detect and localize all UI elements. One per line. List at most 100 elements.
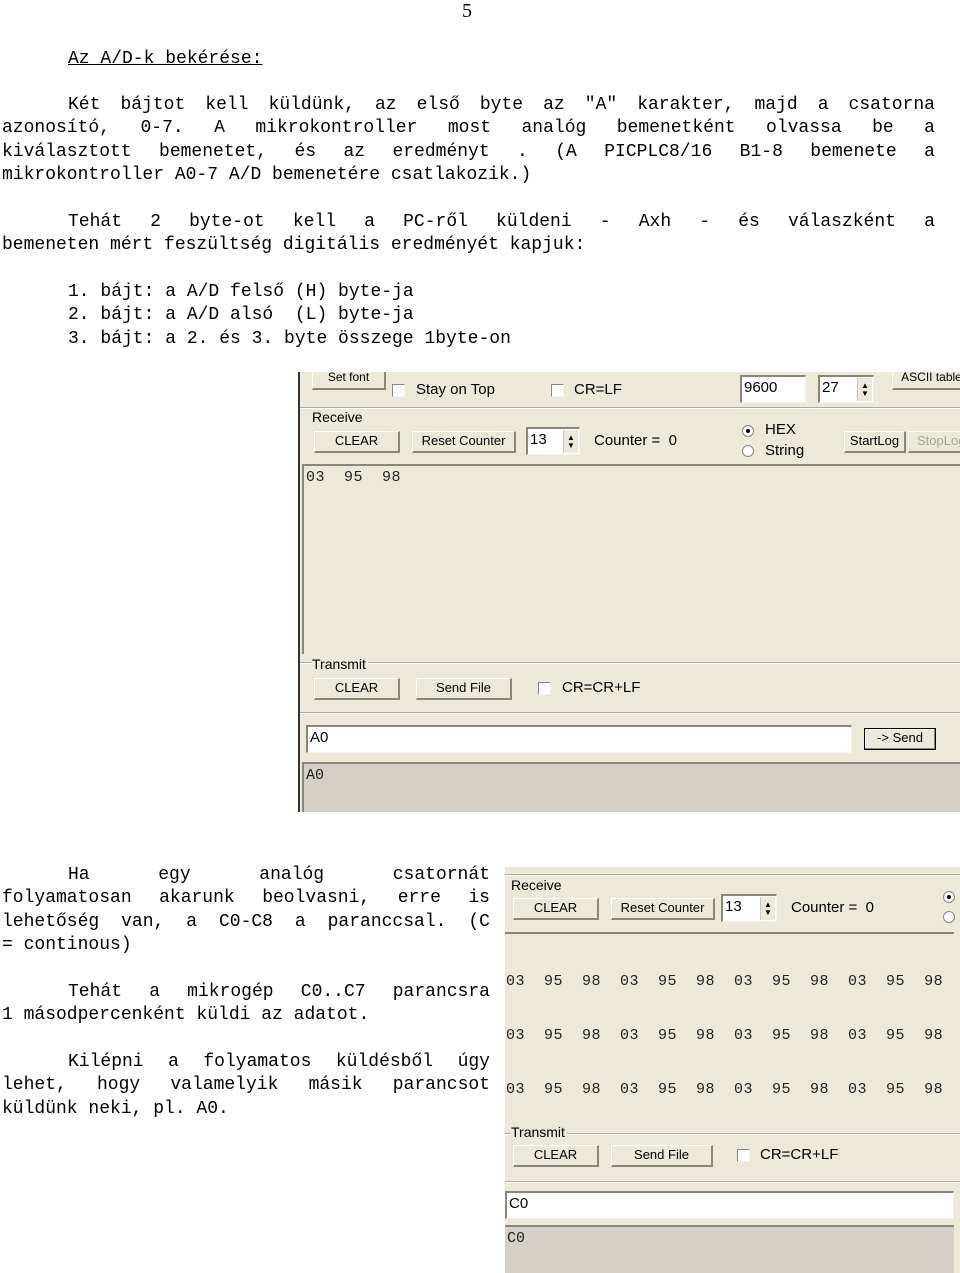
cr-lf-checkbox[interactable] [551,384,564,397]
page-number: 5 [462,0,472,22]
spin-arrows-icon[interactable]: ▲ ▼ [760,897,775,920]
word: egy [158,865,191,885]
list-item: 3. bájt: a 2. és 3. byte összege 1byte-o… [68,328,511,349]
cr-crlf-label: CR=CR+LF [760,1146,839,1163]
hex-radio[interactable] [742,425,754,437]
word: analóg [521,118,587,139]
paragraph-line: Ha egy analóg csatornát [2,864,490,887]
stop-log-button[interactable]: StopLog [908,431,960,453]
counter-spin-field[interactable]: 13 ▲ ▼ [721,894,777,922]
send-button[interactable]: -> Send [864,728,936,750]
paragraph-line: Kilépni a folyamatos küldésből úgy [2,1051,490,1074]
receive-clear-button[interactable]: CLEAR [314,431,400,453]
cr-crlf-checkbox[interactable] [737,1149,750,1162]
receive-clear-button[interactable]: CLEAR [513,898,599,920]
word: eredményt [392,141,490,162]
set-font-button[interactable]: Set font [312,372,386,390]
word: most [447,118,492,139]
word: lehet, [2,1075,67,1096]
counter-spin-value: 13 [530,431,547,448]
word: paranccsal. [327,911,447,932]
hex-radio-label: HEX [765,421,796,438]
word: első [416,95,460,115]
ascii-table-button[interactable]: ASCII table [892,372,960,390]
spin-arrows-icon[interactable]: ▲ ▼ [857,378,872,401]
word: mikrokontroller [255,118,418,139]
word: 2 [150,212,161,232]
word: olvassa [766,118,842,139]
word: úgy [457,1052,490,1072]
word: a [186,911,198,932]
word: küldünk, [268,95,355,115]
stay-on-top-checkbox[interactable] [392,384,405,397]
paragraph-line: Tehát 2 byte-ot kell a PC-ről küldeni - Axh - és vá… [2,211,935,234]
transmit-clear-button[interactable]: CLEAR [513,1145,599,1167]
transmit-clear-button[interactable]: CLEAR [314,678,400,700]
counter-spin-field[interactable]: 13 ▲ ▼ [526,427,580,455]
receive-textarea[interactable]: 03 95 98 03 95 98 03 95 98 03 95 98 03 9… [505,932,954,1128]
word: "A" [584,95,618,115]
word: parancsra [392,982,490,1002]
paragraph-line: lehet, hogy valamelyik másik parancsot [2,1074,490,1097]
paragraph-line: Tehát a mikrogép C0..C7 parancsra [2,981,490,1004]
receive-group-label: Receive [312,409,365,425]
word: küldeni [496,212,572,232]
word: bemenetként [616,118,736,139]
received-line: 03 95 98 03 95 98 03 95 98 03 95 98 03 9… [506,973,944,990]
paragraph-line: lehetőség van, a C0-C8 a paranccsal. (C [2,911,490,934]
word: a [817,95,829,115]
word: parancsot [392,1075,490,1096]
transmit-group-label: Transmit [312,656,368,672]
paragraph-line: küldünk neki, pl. A0. [2,1098,229,1119]
divider [505,1181,960,1183]
word: A [214,118,225,139]
paragraph-microcontroller: Tehát a mikrogép C0..C7 parancsra 1 másodper… [2,981,490,1028]
cr-lf-label: CR=LF [574,381,622,398]
string-radio[interactable] [943,911,955,923]
baud-rate-field[interactable]: 9600 [740,375,806,403]
word: Tehát [68,982,123,1002]
transmit-group-label: Transmit [511,1124,567,1140]
paragraph-line: folyamatosan akarunk beolvasni, erre is [2,887,490,910]
word: - [599,212,611,232]
send-file-button[interactable]: Send File [611,1145,713,1167]
terminal-screenshot-continuous: Receive CLEAR Reset Counter 13 ▲ ▼ Counte… [505,867,960,1273]
divider [300,407,960,409]
list-item: 1. bájt: a A/D felső (H) byte-ja [68,282,414,302]
word: a [168,1052,179,1072]
spin-arrows-icon[interactable]: ▲ ▼ [563,430,578,453]
word: a [149,982,160,1002]
word: a [924,212,935,232]
divider [505,1133,960,1135]
word: Két [68,95,101,115]
word: Axh [638,212,672,232]
section-heading: Az A/D-k bekérése: [68,49,263,69]
reset-counter-button[interactable]: Reset Counter [611,898,715,920]
word: byte [479,95,524,115]
word: és [738,212,760,232]
receive-textarea[interactable]: 03 95 98 [302,464,960,654]
word: csatorna [848,95,935,115]
word: valamelyik [170,1075,279,1096]
received-line: 03 95 98 03 95 98 03 95 98 03 95 98 03 9… [506,1027,944,1044]
hex-radio[interactable] [943,891,955,903]
reset-counter-button[interactable]: Reset Counter [412,431,516,453]
cr-crlf-label: CR=CR+LF [562,679,641,696]
paragraph-line: = continous) [2,934,132,955]
port-spin-field[interactable]: 27 ▲ ▼ [818,375,874,403]
paragraph-line: Két bájtot kell küldünk, az első byte az "A" kara… [2,94,935,117]
word: a [294,911,306,932]
word: . [517,141,528,162]
send-file-button[interactable]: Send File [416,678,512,700]
string-radio[interactable] [742,445,754,457]
start-log-button[interactable]: StartLog [844,431,906,453]
word: lehetőség [2,911,100,932]
cr-crlf-checkbox[interactable] [538,682,551,695]
transmit-input[interactable]: C0 [505,1191,954,1219]
transmit-input[interactable]: A0 [306,725,852,753]
paragraph-intro: Két bájtot kell küldünk, az első byte az "A" kara… [2,94,935,187]
word: azonosító, [2,118,111,139]
word: a [364,212,375,232]
word: Tehát [68,212,123,232]
word: PICPLC8/16 [604,141,713,162]
